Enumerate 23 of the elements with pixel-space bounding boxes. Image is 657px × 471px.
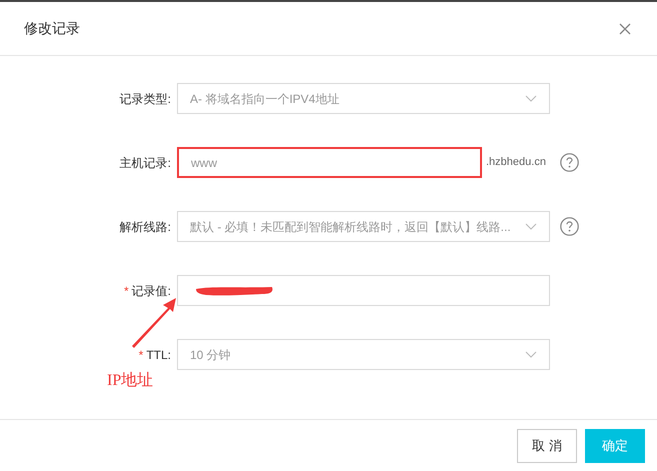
field-label: TTL: — [146, 346, 171, 364]
field-label: 记录值: — [132, 282, 171, 300]
select-field[interactable]: 默认 - 必填！未匹配到智能解析线路时，返回【默认】线路... — [177, 211, 550, 242]
chevron-down-icon — [525, 351, 537, 358]
dialog-title: 修改记录 — [24, 19, 80, 38]
domain-suffix: .hzbhedu.cn — [486, 155, 547, 170]
field-label: 主机记录: — [120, 154, 171, 172]
select-field[interactable]: A- 将域名指向一个IPV4地址 — [177, 83, 550, 114]
confirm-button[interactable]: 确定 — [585, 428, 645, 462]
input-field[interactable]: www — [177, 147, 482, 178]
chevron-down-icon — [525, 223, 537, 230]
required-mark: * — [124, 282, 129, 300]
annotation-label: IP地址 — [107, 370, 154, 391]
input-field[interactable] — [177, 275, 550, 306]
field-label: 解析线路: — [120, 218, 171, 236]
select-field[interactable]: 10 分钟 — [177, 339, 550, 370]
close-icon[interactable] — [619, 22, 631, 34]
cancel-button[interactable]: 取 消 — [517, 428, 577, 462]
help-icon[interactable] — [560, 217, 579, 236]
chevron-down-icon — [525, 95, 537, 102]
required-mark: * — [138, 346, 144, 364]
field-label: 记录类型: — [120, 90, 171, 108]
help-icon[interactable] — [560, 153, 579, 172]
